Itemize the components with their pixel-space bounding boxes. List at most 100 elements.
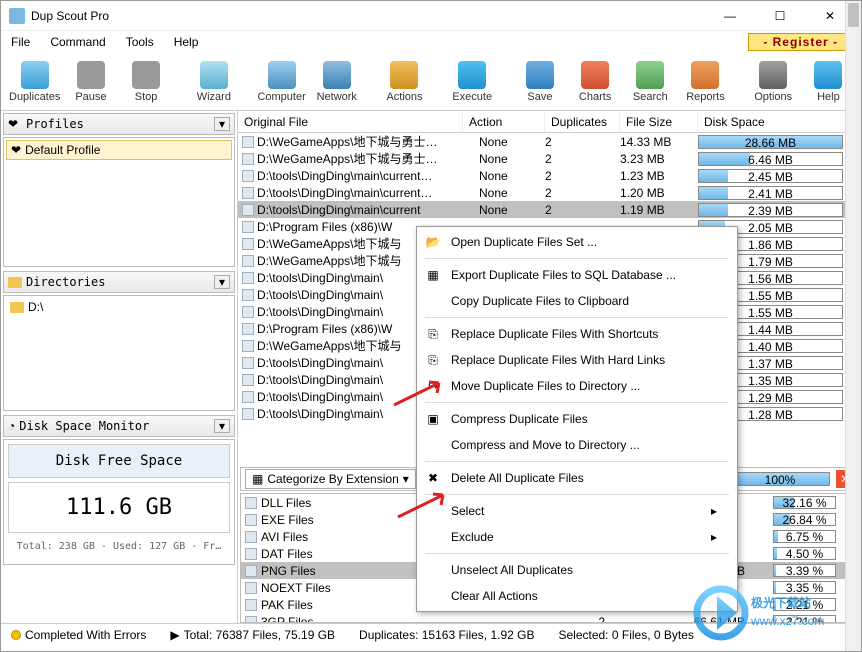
ctx-delete-all[interactable]: ✖Delete All Duplicate Files <box>417 465 737 491</box>
ctx-replace-shortcuts[interactable]: ⎘Replace Duplicate Files With Shortcuts <box>417 321 737 347</box>
file-icon <box>245 497 257 509</box>
file-icon <box>242 391 254 403</box>
toolbar-label: Network <box>317 91 357 103</box>
col-action[interactable]: Action <box>463 111 545 132</box>
grid-header: Original File Action Duplicates File Siz… <box>238 111 861 133</box>
table-row[interactable]: D:\WeGameApps\地下城与勇士… None 2 3.23 MB 6.4… <box>238 150 861 167</box>
directories-header[interactable]: Directories ▾ <box>3 271 235 293</box>
toolbar-label: Pause <box>75 91 106 103</box>
size-cell: 14.33 MB <box>620 135 698 149</box>
file-icon <box>245 565 257 577</box>
file-path: D:\tools\DingDing\main\ <box>257 305 383 319</box>
close-button[interactable]: ✕ <box>815 6 845 26</box>
extension-row[interactable]: 3GP Files 2 66.61 MB 2.21 % <box>241 613 858 623</box>
profiles-dropdown-icon[interactable]: ▾ <box>214 117 230 131</box>
status-total: ▶ Total: 76387 Files, 75.19 GB <box>164 628 341 642</box>
categorize-dropdown[interactable]: ▦ Categorize By Extension ▾ <box>245 469 416 489</box>
status-total-label: Total: 76387 Files, 75.19 GB <box>184 628 335 642</box>
ctx-exclude[interactable]: Exclude▸ <box>417 524 737 550</box>
ext-count: 2 <box>465 615 645 624</box>
separator <box>425 402 729 403</box>
size-cell: 1.23 MB <box>620 169 698 183</box>
heart-icon: ❤ <box>8 117 22 131</box>
table-row[interactable]: D:\WeGameApps\地下城与勇士… None 2 14.33 MB 28… <box>238 133 861 150</box>
toolbar-network-button[interactable]: Network <box>312 61 361 103</box>
actions-icon <box>390 61 418 89</box>
file-path: D:\tools\DingDing\main\ <box>257 373 383 387</box>
toolbar-label: Wizard <box>197 91 231 103</box>
ext-scrollbar[interactable] <box>845 493 859 623</box>
status-selected: Selected: 0 Files, 0 Bytes <box>552 628 699 642</box>
pause-icon <box>77 61 105 89</box>
toolbar-computer-button[interactable]: Computer <box>257 61 306 103</box>
toolbar-execute-button[interactable]: Execute <box>448 61 497 103</box>
options-icon <box>759 61 787 89</box>
file-icon <box>242 221 254 233</box>
profiles-header[interactable]: ❤ Profiles ▾ <box>3 113 235 135</box>
file-path: D:\tools\DingDing\main\ <box>257 271 383 285</box>
disk-monitor-body: Disk Free Space 111.6 GB Total: 238 GB -… <box>3 439 235 565</box>
file-icon <box>242 204 254 216</box>
col-disk-space[interactable]: Disk Space <box>698 111 861 132</box>
table-row[interactable]: D:\tools\DingDing\main\current… None 2 1… <box>238 184 861 201</box>
file-icon <box>245 531 257 543</box>
toolbar-pause-button[interactable]: Pause <box>66 61 115 103</box>
disk-monitor-dropdown-icon[interactable]: ▾ <box>214 419 230 433</box>
directory-row[interactable]: D:\ <box>6 298 232 316</box>
directories-dropdown-icon[interactable]: ▾ <box>214 275 230 289</box>
toolbar: Duplicates Pause Stop Wizard Computer Network… <box>1 53 861 111</box>
toolbar-options-button[interactable]: Options <box>749 61 798 103</box>
file-icon <box>242 323 254 335</box>
default-profile-row[interactable]: ❤ Default Profile <box>6 140 232 160</box>
toolbar-duplicates-button[interactable]: Duplicates <box>9 61 60 103</box>
table-row[interactable]: D:\tools\DingDing\main\current… None 2 1… <box>238 167 861 184</box>
file-path: D:\WeGameApps\地下城与 <box>257 252 401 269</box>
link-icon: ⎘ <box>425 352 441 368</box>
disk-icon: ◔ <box>8 419 15 433</box>
toolbar-wizard-button[interactable]: Wizard <box>189 61 238 103</box>
ctx-compress-move[interactable]: Compress and Move to Directory ... <box>417 432 737 458</box>
minimize-button[interactable]: — <box>715 6 745 26</box>
toolbar-reports-button[interactable]: Reports <box>681 61 730 103</box>
ctx-open-set[interactable]: 📂Open Duplicate Files Set ... <box>417 229 737 255</box>
status-dups-label: Duplicates: 15163 Files, 1.92 GB <box>359 628 534 642</box>
toolbar-actions-button[interactable]: Actions <box>380 61 429 103</box>
maximize-button[interactable]: ☐ <box>765 6 795 26</box>
menu-command[interactable]: Command <box>46 33 109 51</box>
save-icon <box>526 61 554 89</box>
col-duplicates[interactable]: Duplicates <box>545 111 620 132</box>
ctx-export-sql[interactable]: ▦Export Duplicate Files to SQL Database … <box>417 262 737 288</box>
file-path: D:\WeGameApps\地下城与 <box>257 337 401 354</box>
ctx-copy-clipboard[interactable]: Copy Duplicate Files to Clipboard <box>417 288 737 314</box>
database-icon: ▦ <box>425 267 441 283</box>
ctx-select[interactable]: Select▸ <box>417 498 737 524</box>
dup-cell: 2 <box>545 135 620 149</box>
status-selected-label: Selected: 0 Files, 0 Bytes <box>558 628 693 642</box>
toolbar-search-button[interactable]: Search <box>626 61 675 103</box>
context-menu: 📂Open Duplicate Files Set ... ▦Export Du… <box>416 226 738 612</box>
dup-cell: 2 <box>545 203 620 217</box>
table-row[interactable]: D:\tools\DingDing\main\current None 2 1.… <box>238 201 861 218</box>
stop-icon <box>132 61 160 89</box>
toolbar-label: Stop <box>135 91 158 103</box>
ctx-unselect-all[interactable]: Unselect All Duplicates <box>417 557 737 583</box>
disk-monitor-header[interactable]: ◔ Disk Space Monitor ▾ <box>3 415 235 437</box>
file-path: D:\tools\DingDing\main\ <box>257 407 383 421</box>
ctx-move-directory[interactable]: ↪Move Duplicate Files to Directory ... <box>417 373 737 399</box>
ext-size: 66.61 MB <box>649 615 769 624</box>
file-icon <box>245 514 257 526</box>
menu-tools[interactable]: Tools <box>122 33 158 51</box>
ctx-clear-actions[interactable]: Clear All Actions <box>417 583 737 609</box>
menu-file[interactable]: File <box>7 33 34 51</box>
col-file-size[interactable]: File Size <box>620 111 698 132</box>
toolbar-save-button[interactable]: Save <box>515 61 564 103</box>
toolbar-charts-button[interactable]: Charts <box>571 61 620 103</box>
register-button[interactable]: - Register - <box>748 33 853 51</box>
ctx-replace-hardlinks[interactable]: ⎘Replace Duplicate Files With Hard Links <box>417 347 737 373</box>
menu-help[interactable]: Help <box>170 33 203 51</box>
toolbar-label: Save <box>527 91 552 103</box>
col-original-file[interactable]: Original File <box>238 111 463 132</box>
ext-pct-bar: 3.39 % <box>773 564 836 577</box>
ctx-compress[interactable]: ▣Compress Duplicate Files <box>417 406 737 432</box>
toolbar-stop-button[interactable]: Stop <box>122 61 171 103</box>
